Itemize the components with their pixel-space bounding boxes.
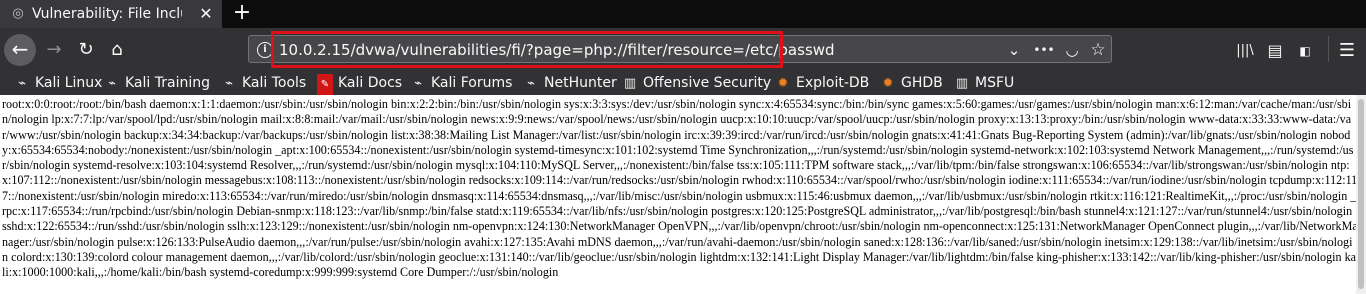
red-doc-icon: ✎	[317, 74, 333, 96]
vertical-scrollbar[interactable]	[1356, 95, 1366, 294]
bookmark-kali-training[interactable]: ⌁ Kali Training	[104, 72, 210, 94]
kali-dragon-icon: ⌁	[527, 76, 535, 91]
ghdb-icon: ✹	[882, 76, 894, 91]
bookmark-star-icon[interactable]: ☆	[1087, 40, 1109, 60]
bookmark-ghdb[interactable]: ✹ GHDB	[880, 72, 943, 94]
bookmarks-toolbar: ⌁ Kali Linux ⌁ Kali Training ⌁ Kali Tools ✎…	[0, 71, 1366, 96]
bookmark-kali-docs[interactable]: ✎ Kali Docs	[317, 72, 402, 96]
bookmark-nethunter[interactable]: ⌁ NetHunter	[523, 72, 617, 94]
passwd-file-text: root:x:0:0:root:/root:/bin/bash daemon:x…	[2, 97, 1358, 280]
url-dropdown-icon[interactable]: ⌄	[1003, 40, 1025, 60]
scrollbar-thumb[interactable]	[1358, 99, 1364, 289]
offsec-icon: ▥	[623, 76, 637, 91]
msfu-icon: ▥	[955, 76, 969, 91]
back-button[interactable]: ←	[4, 34, 36, 66]
toolbar-separator	[1328, 36, 1329, 62]
bookmark-offensive-security[interactable]: ▥ Offensive Security	[622, 72, 771, 94]
title-bar: ◎ Vulnerability: File Inclusi ✕ +	[0, 0, 1366, 28]
bookmark-msfu[interactable]: ▥ MSFU	[954, 72, 1014, 94]
sidebar-icon[interactable]: ▤	[1264, 40, 1286, 62]
tab-close-icon[interactable]: ✕	[196, 4, 216, 24]
bookmark-kali-tools[interactable]: ⌁ Kali Tools	[221, 72, 306, 94]
active-tab[interactable]: ◎ Vulnerability: File Inclusi ✕	[0, 0, 222, 28]
extension-icon[interactable]: ◧	[1294, 40, 1316, 62]
menu-icon[interactable]: ☰	[1336, 40, 1358, 62]
forward-button[interactable]: →	[40, 36, 68, 64]
reload-button[interactable]: ↻	[72, 36, 100, 64]
tab-title: Vulnerability: File Inclusi	[32, 6, 182, 22]
kali-dragon-icon: ⌁	[108, 76, 116, 91]
bookmark-exploit-db[interactable]: ✹ Exploit-DB	[775, 72, 870, 94]
page-actions-icon[interactable]: •••	[1031, 40, 1057, 60]
page-content: root:x:0:0:root:/root:/bin/bash daemon:x…	[0, 95, 1366, 294]
exploit-db-icon: ✹	[777, 76, 789, 91]
new-tab-button[interactable]: +	[230, 2, 254, 26]
library-icon[interactable]: |||\	[1234, 40, 1256, 62]
home-button[interactable]: ⌂	[103, 36, 131, 64]
pocket-icon[interactable]: ◡	[1061, 40, 1083, 60]
kali-dragon-icon: ⌁	[225, 76, 233, 91]
kali-dragon-icon: ⌁	[18, 76, 26, 91]
url-highlight-box	[271, 31, 783, 68]
kali-dragon-icon: ⌁	[414, 76, 422, 91]
favicon-icon: ◎	[12, 6, 24, 21]
bookmark-kali-forums[interactable]: ⌁ Kali Forums	[410, 72, 512, 94]
bookmark-kali-linux[interactable]: ⌁ Kali Linux	[14, 72, 102, 94]
